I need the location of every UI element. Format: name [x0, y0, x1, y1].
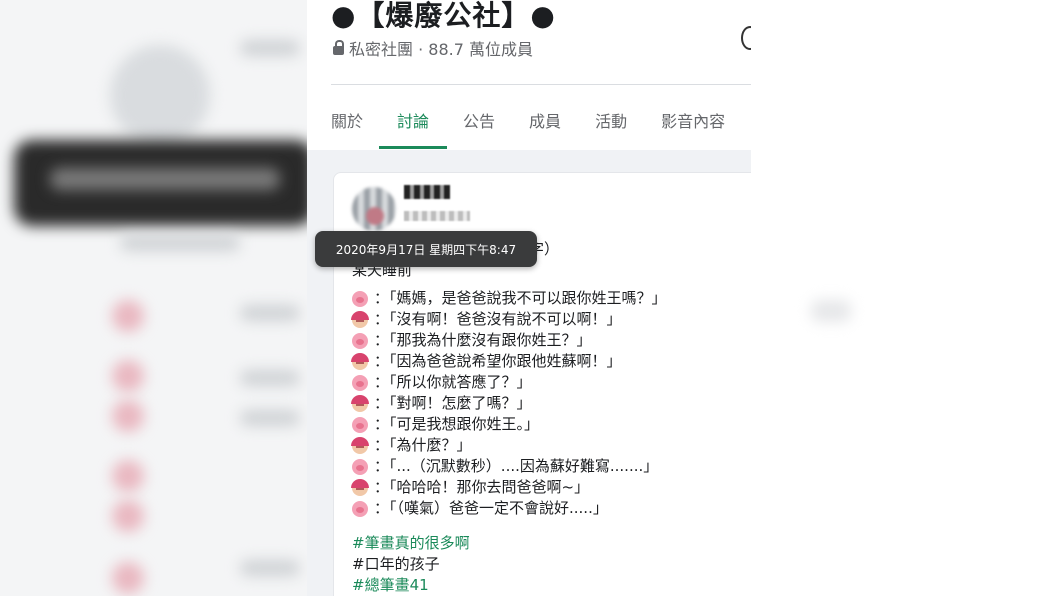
blurred-banner-text [50, 168, 280, 190]
group-privacy: 私密社團 · 88.7 萬位成員 [333, 36, 533, 60]
dialogue-line: ：「...（沉默數秒）....因為蘇好難寫.......」 [352, 456, 667, 477]
blurred-text [240, 370, 300, 386]
pig-face-icon [352, 416, 368, 433]
dialogue-text: ：「因為爸爸說希望你跟他姓蘇啊！」 [374, 352, 622, 370]
group-privacy-label: 私密社團 · 88.7 萬位成員 [349, 40, 533, 59]
dialogue-line: ：「可是我想跟你姓王。」 [352, 414, 667, 435]
blurred-emoji [112, 500, 144, 532]
dialogue-line: ：「（嘆氣）爸爸一定不會說好.....」 [352, 498, 667, 519]
blurred-text [240, 40, 300, 56]
pig-face-icon [352, 332, 368, 349]
blurred-avatar [110, 45, 210, 145]
group-tabs: 關於 討論 公告 成員 活動 影音內容 [331, 100, 751, 150]
dialogue-line: ：「所以你就答應了？」 [352, 372, 667, 393]
dialogue-text: ：「對啊！怎麼了嗎？」 [374, 394, 532, 412]
blurred-text [120, 235, 240, 251]
woman-face-icon [351, 478, 369, 496]
group-page: ●【爆廢公社】● 私密社團 · 88.7 萬位成員 關於 討論 公告 成員 活動… [307, 0, 751, 596]
dialogue-line: ：「因為爸爸說希望你跟他姓蘇啊！」 [351, 351, 667, 372]
hashtag-link[interactable]: #總筆畫41 [352, 575, 470, 596]
tab-about[interactable]: 關於 [331, 100, 363, 150]
woman-face-icon [351, 352, 369, 370]
blurred-emoji [112, 300, 144, 332]
dialogue-line: ：「哈哈哈！那你去問爸爸啊~」 [351, 477, 667, 498]
pig-face-icon [352, 374, 368, 391]
tab-members[interactable]: 成員 [529, 100, 561, 150]
dialogue-text: ：「哈哈哈！那你去問爸爸啊~」 [374, 478, 590, 496]
pig-face-icon [352, 290, 368, 307]
group-header: ●【爆廢公社】● 私密社團 · 88.7 萬位成員 關於 討論 公告 成員 活動… [307, 0, 751, 150]
post-meta-blurred[interactable] [404, 211, 470, 221]
pig-face-icon [352, 458, 368, 475]
dialogue-line: ：「對啊！怎麼了嗎？」 [351, 393, 667, 414]
post-body: 某天睡前 ：「媽媽，是爸爸說我不可以跟你姓王嗎？」 ：「沒有啊！爸爸沒有說不可以… [351, 239, 667, 519]
dialogue-line: ：「那我為什麼沒有跟你姓王？」 [352, 330, 667, 351]
avatar[interactable] [352, 187, 396, 231]
dialogue-text: ：「所以你就答應了？」 [374, 373, 532, 391]
woman-face-icon [351, 436, 369, 454]
blurred-text [240, 560, 300, 576]
post-hashtags: #筆畫真的很多啊 #口年的孩子 #總筆畫41 [352, 533, 470, 596]
dialogue-text: ：「媽媽，是爸爸說我不可以跟你姓王嗎？」 [374, 289, 667, 307]
dialogue-text: ：「可是我想跟你姓王。」 [374, 415, 540, 433]
dialogue-line: ：「媽媽，是爸爸說我不可以跟你姓王嗎？」 [352, 288, 667, 309]
author-name-blurred[interactable] [404, 185, 450, 199]
dialogue-line: ：「沒有啊！爸爸沒有說不可以啊！」 [351, 309, 667, 330]
tab-announcements[interactable]: 公告 [463, 100, 495, 150]
blurred-text [240, 410, 300, 426]
woman-face-icon [351, 394, 369, 412]
hashtag-link[interactable]: #筆畫真的很多啊 [352, 533, 470, 554]
dialogue-text: ：「...（沉默數秒）....因為蘇好難寫.......」 [374, 457, 659, 475]
dialogue-text: ：「那我為什麼沒有跟你姓王？」 [374, 331, 592, 349]
more-options-icon[interactable] [741, 26, 751, 50]
dialogue-text: ：「為什麼？」 [374, 436, 472, 454]
blurred-emoji [112, 360, 144, 392]
dialogue-text: ：「沒有啊！爸爸沒有說不可以啊！」 [374, 310, 622, 328]
dialogue-line: ：「為什麼？」 [351, 435, 667, 456]
group-title[interactable]: ●【爆廢公社】● [331, 0, 556, 34]
blurred-text [811, 300, 851, 322]
header-divider [331, 84, 751, 85]
tab-discussion[interactable]: 討論 [379, 100, 448, 150]
blurred-emoji [112, 562, 144, 594]
blurred-background-left [0, 0, 307, 596]
timestamp-tooltip: 2020年9月17日 星期四下午8:47 [315, 231, 537, 267]
hashtag-link[interactable]: #口年的孩子 [352, 554, 470, 575]
lock-icon [333, 40, 344, 55]
woman-face-icon [351, 310, 369, 328]
tab-media[interactable]: 影音內容 [661, 100, 725, 150]
dialogue-text: ：「（嘆氣）爸爸一定不會說好.....」 [374, 499, 608, 517]
blurred-emoji [112, 400, 144, 432]
blurred-text [240, 305, 300, 321]
blurred-emoji [112, 460, 144, 492]
pig-face-icon [352, 500, 368, 517]
tab-events[interactable]: 活動 [595, 100, 627, 150]
blurred-background-right [751, 0, 1060, 596]
